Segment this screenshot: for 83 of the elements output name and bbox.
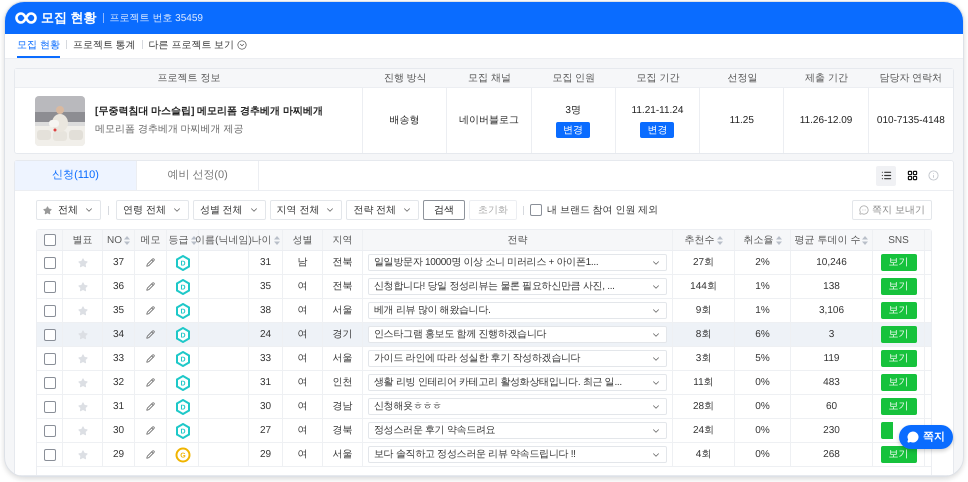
table-cell-text: 1% xyxy=(755,280,770,294)
table-cell-text: 남 xyxy=(298,256,308,270)
table-cell-text: 0% xyxy=(755,400,770,414)
table-cell-text: 경남 xyxy=(332,400,352,414)
table-cell-text: 29 xyxy=(260,448,272,462)
table-cell-text: 10,246 xyxy=(816,256,847,270)
table-cell-text: 여 xyxy=(298,328,308,342)
table-cell-text: 27 xyxy=(260,424,272,438)
table-cell-text: 전북 xyxy=(332,256,352,270)
product-subtitle: 메모리폼 경추베개 마찌베개 제공 xyxy=(95,123,244,137)
table-cell-text: 31 xyxy=(260,376,272,390)
checkbox-label: 내 브랜드 참여 인원 제외 xyxy=(547,204,658,218)
info-value: 네이버블로그 xyxy=(447,88,532,153)
info-value: 11.21-11.24 xyxy=(632,104,684,118)
table-cell-text: 35 xyxy=(112,304,124,318)
table-cell-text: 서울 xyxy=(332,352,352,366)
table-cell-text: 138 xyxy=(823,280,840,294)
table-cell-text: 28회 xyxy=(692,400,714,414)
table-cell-text: 여 xyxy=(298,280,308,294)
table-cell-text: 0% xyxy=(755,376,770,390)
table-cell-text: 서울 xyxy=(332,304,352,318)
table-cell-text: 60 xyxy=(826,400,838,414)
table-cell-text: 30 xyxy=(112,424,124,438)
project-number: 프로젝트 번호 35459 xyxy=(110,12,203,26)
info-value: 11.26-12.09 xyxy=(784,88,869,153)
table-cell-text: 230 xyxy=(823,424,840,438)
table-cell-text: 24 xyxy=(260,328,272,342)
table-cell-text: 33 xyxy=(260,352,272,366)
table-cell-text: 인천 xyxy=(332,376,352,390)
table-cell-text: 여 xyxy=(298,424,308,438)
table-cell-text: 29 xyxy=(112,448,124,462)
table-cell-text: 268 xyxy=(823,448,840,462)
table-cell-text: 0% xyxy=(755,448,770,462)
column-header: 선정일 xyxy=(726,72,758,86)
column-header: 모집 인원 xyxy=(551,72,596,86)
table-cell-text: 34 xyxy=(112,328,124,342)
info-value: 010-7135-4148 xyxy=(876,114,946,128)
table-cell-text: 서울 xyxy=(332,448,352,462)
table-cell-text: 31 xyxy=(112,400,124,414)
table-cell-text: 144회 xyxy=(690,280,717,294)
column-header: 프로젝트 정보 xyxy=(156,72,222,86)
table-cell-text: 32 xyxy=(112,376,124,390)
table-cell-text: 30 xyxy=(260,400,272,414)
table-cell-text: 31 xyxy=(260,256,272,270)
table-cell-text: 여 xyxy=(298,448,308,462)
table-cell-text: 33 xyxy=(112,352,124,366)
table-cell-text: 483 xyxy=(823,376,840,390)
table-cell-text: 여 xyxy=(298,304,308,318)
column-header: 담당자 연락처 xyxy=(878,72,944,86)
product-title: [무중력침대 마스슬립] 메모리폼 경추베개 마찌베개 xyxy=(95,105,323,119)
table-cell-text: 여 xyxy=(298,352,308,366)
table-cell-text: 경기 xyxy=(332,328,352,342)
table-cell-text: 전북 xyxy=(332,280,352,294)
table-cell-text: 여 xyxy=(298,376,308,390)
column-header: 진행 방식 xyxy=(382,72,428,86)
table-cell-text: 27회 xyxy=(692,256,714,270)
column-header: 모집 채널 xyxy=(467,72,512,86)
table-cell-text: 2% xyxy=(755,256,770,270)
info-value: 3명 xyxy=(565,104,581,118)
table-cell-text: 38 xyxy=(260,304,272,318)
table-cell-text: 3,106 xyxy=(818,304,844,318)
table-cell-text: 여 xyxy=(298,400,308,414)
table-cell-text: 119 xyxy=(824,352,840,366)
info-value: 배송형 xyxy=(363,88,448,153)
table-cell-text: 35 xyxy=(260,280,272,294)
table-cell-text: 4회 xyxy=(696,448,712,462)
table-cell-text: 5% xyxy=(755,352,770,366)
table-cell-text: 11회 xyxy=(693,376,714,390)
info-value: 11.25 xyxy=(700,88,784,153)
table-cell-text: 1% xyxy=(755,304,770,318)
table-cell-text: 0% xyxy=(755,424,770,438)
column-header: 모집 기간 xyxy=(636,72,680,86)
table-cell-text: 37 xyxy=(112,256,124,270)
table-cell-text: 3 xyxy=(828,328,834,342)
table-cell-text: 경북 xyxy=(332,424,352,438)
table-cell-text: 8회 xyxy=(696,328,712,342)
table-cell-text: 9회 xyxy=(696,304,712,318)
page-title: 모집 현황 xyxy=(41,9,97,28)
table-cell-text: 3회 xyxy=(696,352,712,366)
table-cell-text: 24회 xyxy=(692,424,714,438)
table-cell-text: 6% xyxy=(755,328,770,342)
table-cell-text: 36 xyxy=(112,280,124,294)
column-header: 제출 기간 xyxy=(804,72,849,86)
